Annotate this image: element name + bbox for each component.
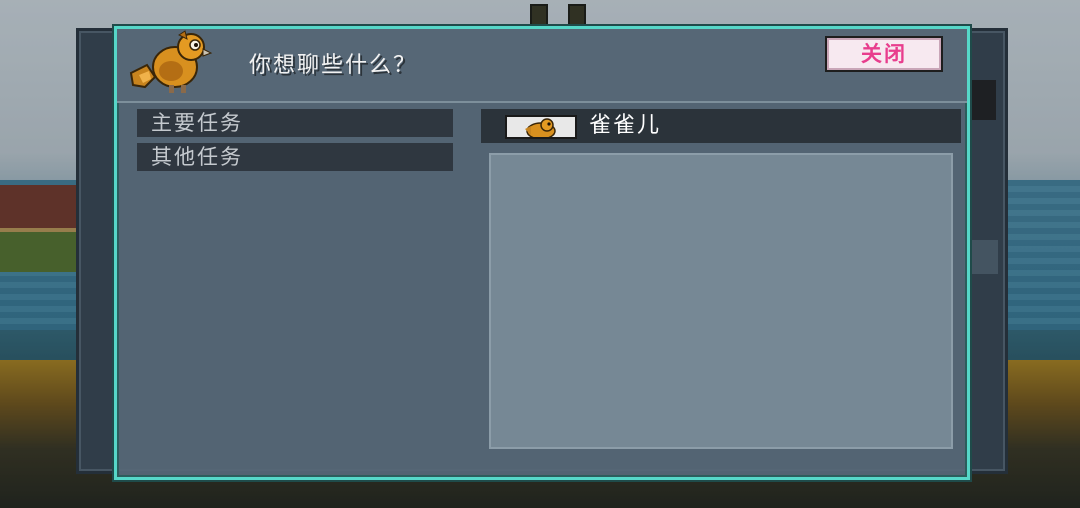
npc-header[interactable]: 雀雀儿 [481, 109, 961, 143]
bird-portrait-icon [125, 29, 213, 99]
dialog-title: 你想聊些什么？ [249, 53, 418, 78]
close-button[interactable]: 关闭 [825, 36, 943, 72]
npc-name: 雀雀儿 [589, 113, 662, 138]
chat-dialog: 你想聊些什么？ 关闭 主要任务 其他任务 雀雀儿 [114, 26, 970, 480]
task-category-list: 主要任务 其他任务 [137, 109, 453, 177]
dialog-header: 你想聊些什么？ 关闭 [117, 29, 967, 103]
bird-thumbnail-icon [505, 115, 577, 139]
task-item-main[interactable]: 主要任务 [137, 109, 453, 137]
dialog-content-area [489, 153, 953, 449]
task-item-other[interactable]: 其他任务 [137, 143, 453, 171]
